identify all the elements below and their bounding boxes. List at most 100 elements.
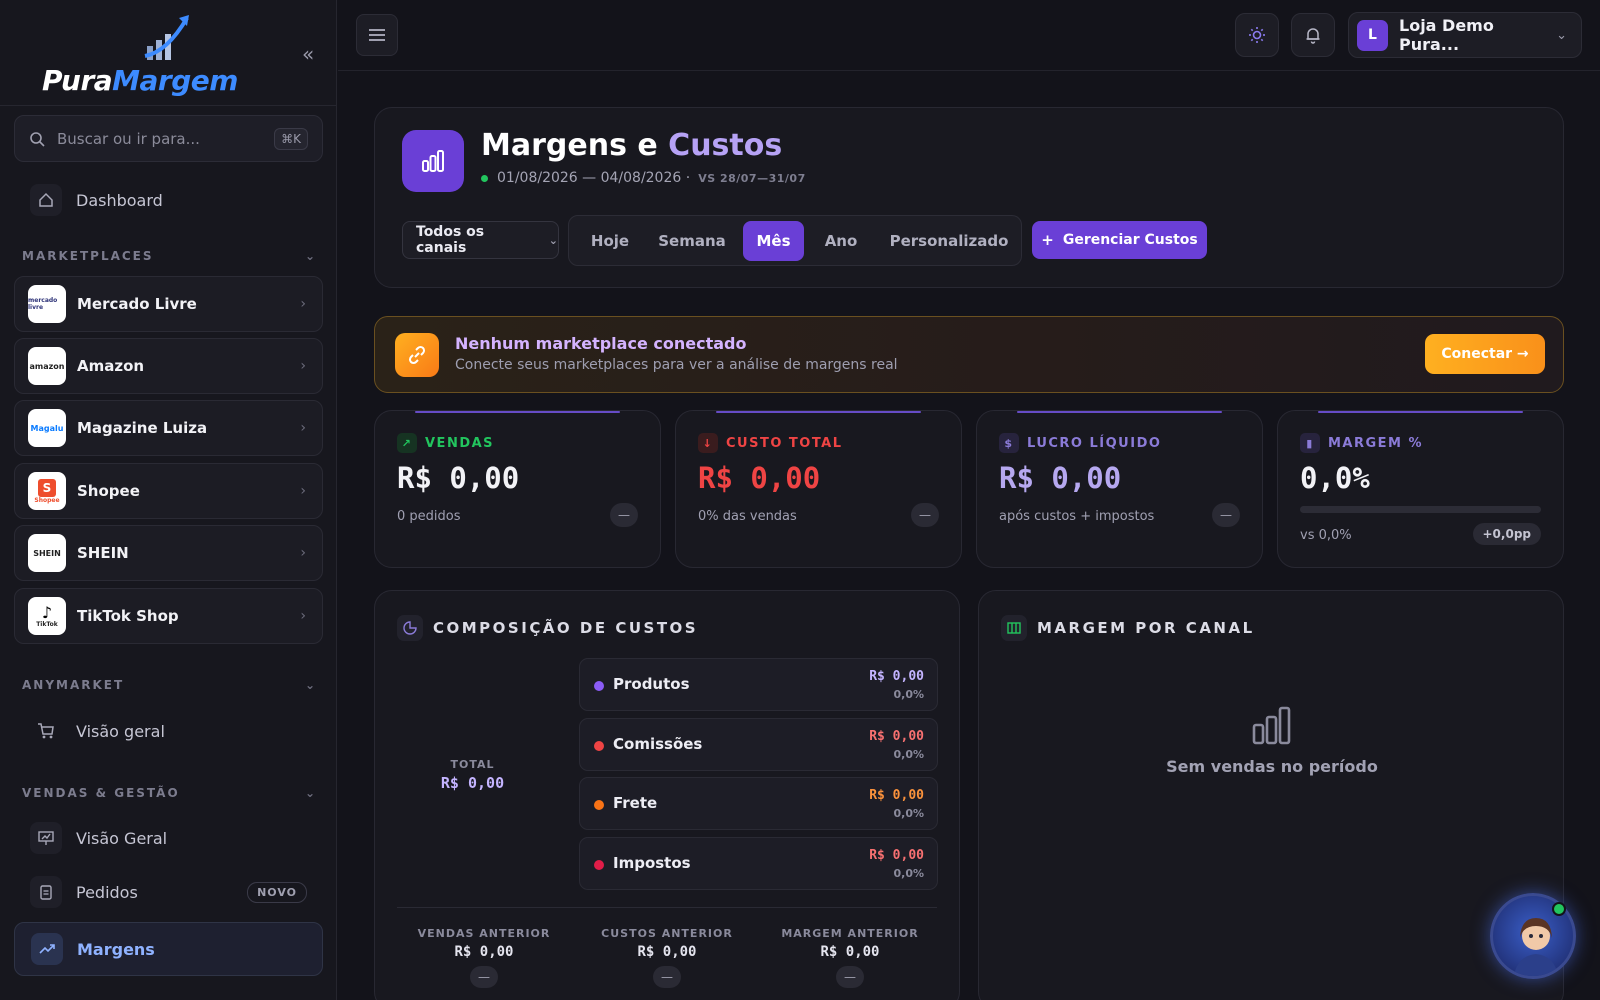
brand-header: PuraMargem « xyxy=(0,0,336,106)
kpi-value: R$ 0,00 xyxy=(999,461,1122,495)
columns-icon xyxy=(1001,615,1027,641)
cost-row-comissoes[interactable]: Comissões R$ 0,00 0,0% xyxy=(579,718,938,771)
menu-icon[interactable] xyxy=(356,14,398,56)
kpi-value: 0,0% xyxy=(1300,461,1370,495)
link-icon xyxy=(395,333,439,377)
sidebar-item-visao-geral[interactable]: Visão Geral xyxy=(30,818,323,858)
connect-button[interactable]: Conectar → xyxy=(1425,334,1545,374)
sidebar-item-label: Visão Geral xyxy=(76,828,168,848)
previous-label: CUSTOS ANTERIOR xyxy=(601,927,733,940)
kpi-vendas: ↗ VENDAS R$ 0,00 0 pedidos — xyxy=(374,410,661,568)
manage-costs-button[interactable]: + Gerenciar Custos xyxy=(1032,221,1207,259)
cost-row-impostos[interactable]: Impostos R$ 0,00 0,0% xyxy=(579,837,938,890)
marketplace-name: TikTok Shop xyxy=(77,607,179,625)
online-status-dot xyxy=(1552,902,1566,916)
shein-logo: SHEIN xyxy=(28,534,66,572)
store-switcher[interactable]: L Loja Demo Pura... ⌄ xyxy=(1348,12,1582,58)
cost-percent: 0,0% xyxy=(893,807,924,820)
tab-ano[interactable]: Ano xyxy=(809,221,873,261)
channel-select-value: Todos os canais xyxy=(416,224,485,256)
delta-badge: +0,0pp xyxy=(1472,523,1541,545)
sidebar-item-tiktok-shop[interactable]: ♪ TikTok TikTok Shop › xyxy=(14,588,323,644)
kpi-subtext: vs 0,0% xyxy=(1300,528,1352,543)
kpi-custo-total: ↓ CUSTO TOTAL R$ 0,00 0% das vendas — xyxy=(675,410,962,568)
legend-dot xyxy=(594,860,604,870)
sidebar-item-shopee[interactable]: S Shopee Shopee › xyxy=(14,463,323,519)
store-name: Loja Demo Pura... xyxy=(1399,16,1494,54)
logo-text: amazon xyxy=(29,361,65,371)
section-anymarket[interactable]: ANYMARKET ⌄ xyxy=(22,678,317,692)
trend-indicator: — xyxy=(610,503,638,527)
cost-composition-card: COMPOSIÇÃO DE CUSTOS TOTAL R$ 0,00 Produ… xyxy=(374,590,960,1000)
tab-mes[interactable]: Mês xyxy=(743,221,804,261)
legend-dot xyxy=(594,741,604,751)
cost-name: Frete xyxy=(613,794,658,812)
amazon-logo: amazon xyxy=(28,347,66,385)
sidebar-item-pedidos[interactable]: Pedidos NOVO xyxy=(30,872,323,912)
home-icon xyxy=(30,184,62,216)
marketplace-name: Shopee xyxy=(77,482,140,500)
sidebar-item-anymarket-visao-geral[interactable]: Visão geral xyxy=(30,711,323,751)
cost-name: Impostos xyxy=(613,854,691,872)
search-icon xyxy=(30,131,45,147)
chevron-down-icon: ⌄ xyxy=(304,786,317,800)
period-tabs: Hoje Semana Mês Ano Personalizado xyxy=(568,215,1022,266)
sidebar-item-magazine-luiza[interactable]: Magalu Magazine Luiza › xyxy=(14,400,323,456)
section-vendas-gestao[interactable]: VENDAS & GESTÃO ⌄ xyxy=(22,786,317,800)
cost-value: R$ 0,00 xyxy=(869,848,924,863)
new-badge: NOVO xyxy=(247,881,307,903)
legend-dot xyxy=(594,800,604,810)
sidebar-item-amazon[interactable]: amazon Amazon › xyxy=(14,338,323,394)
presentation-chart-icon xyxy=(30,822,62,854)
logo-text: Shopee xyxy=(34,496,60,504)
card-title: MARGEM POR CANAL xyxy=(1001,615,1255,641)
no-marketplace-alert: Nenhum marketplace conectado Conecte seu… xyxy=(374,316,1564,393)
search-placeholder: Buscar ou ir para... xyxy=(57,129,200,148)
sidebar-item-shein[interactable]: SHEIN SHEIN › xyxy=(14,525,323,581)
chevron-right-icon: › xyxy=(300,420,306,436)
sidebar-item-mercado-livre[interactable]: mercado livre Mercado Livre › xyxy=(14,276,323,332)
tab-semana[interactable]: Semana xyxy=(649,221,735,261)
tab-personalizado[interactable]: Personalizado xyxy=(879,221,1019,261)
card-accent-line xyxy=(716,411,921,413)
sidebar-item-margens[interactable]: Margens xyxy=(14,922,323,976)
collapse-sidebar-icon[interactable]: « xyxy=(302,42,314,66)
chevron-right-icon: › xyxy=(300,296,306,312)
kpi-label: $ LUCRO LÍQUIDO xyxy=(999,433,1161,453)
search-input[interactable]: Buscar ou ir para... ⌘K xyxy=(14,115,323,162)
kpi-margem: ▮ MARGEM % 0,0% vs 0,0% +0,0pp xyxy=(1277,410,1564,568)
pie-icon xyxy=(397,615,423,641)
sidebar-item-label: Visão geral xyxy=(76,721,165,741)
sidebar-item-dashboard[interactable]: Dashboard xyxy=(14,180,323,220)
trend-indicator: — xyxy=(836,966,864,988)
previous-value: R$ 0,00 xyxy=(637,944,697,960)
kpi-subtext: 0 pedidos xyxy=(397,509,461,524)
logo-text: SHEIN xyxy=(33,548,61,558)
shopee-bag-icon: S xyxy=(38,478,56,497)
arrow-down-icon: ↓ xyxy=(698,433,718,453)
theme-toggle-button[interactable] xyxy=(1235,13,1279,57)
section-label: MARKETPLACES xyxy=(22,249,154,263)
cost-value: R$ 0,00 xyxy=(869,669,924,684)
trend-indicator: — xyxy=(1212,503,1240,527)
logo-text: Magalu xyxy=(30,423,64,433)
mercado-livre-logo: mercado livre xyxy=(28,285,66,323)
card-accent-line xyxy=(415,411,620,413)
trend-indicator: — xyxy=(653,966,681,988)
mini-bar-chart-icon: ▮ xyxy=(1300,433,1320,453)
tiktok-logo: ♪ TikTok xyxy=(28,597,66,635)
trend-indicator: — xyxy=(911,503,939,527)
brand-chart-logo-icon xyxy=(144,15,189,60)
card-title: COMPOSIÇÃO DE CUSTOS xyxy=(397,615,698,641)
notifications-button[interactable] xyxy=(1291,13,1335,57)
tab-hoje[interactable]: Hoje xyxy=(575,221,645,261)
chevron-down-icon: ⌄ xyxy=(304,249,317,263)
avatar: L xyxy=(1357,19,1388,51)
kpi-subtext: 0% das vendas xyxy=(698,509,797,524)
section-marketplaces[interactable]: MARKETPLACES ⌄ xyxy=(22,249,317,263)
cost-row-produtos[interactable]: Produtos R$ 0,00 0,0% xyxy=(579,658,938,711)
channel-select[interactable]: Todos os canais ⌄ xyxy=(402,221,559,259)
cost-row-frete[interactable]: Frete R$ 0,00 0,0% xyxy=(579,777,938,830)
brand-part1: Pura xyxy=(42,64,113,97)
cost-value: R$ 0,00 xyxy=(869,788,924,803)
